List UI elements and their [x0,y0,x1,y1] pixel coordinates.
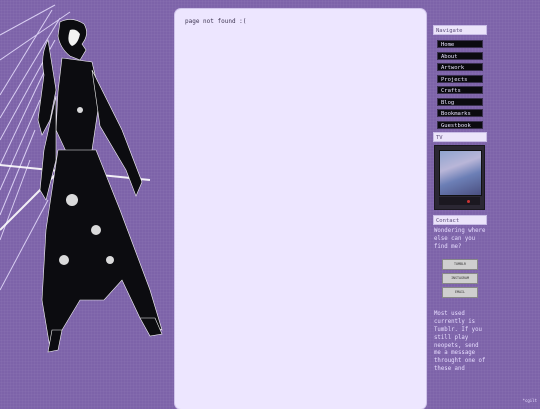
instagram-button[interactable]: INSTAGRAM [442,273,478,285]
tv-widget[interactable] [434,145,485,210]
tumblr-button[interactable]: TUMBLR [442,259,478,271]
nav-link-artwork[interactable]: Artwork [437,63,483,71]
contact-text: Wondering where else can you find me? [434,228,486,250]
tv-screen [439,150,482,196]
nav-link-guestbook[interactable]: Guestbook [437,120,483,129]
tv-control-panel [439,197,480,205]
sidebar: Navigate Home About Artwork Projects Cra… [433,25,487,374]
nav-link-blog[interactable]: Blog [437,97,483,106]
nav-menu: Home About Artwork Projects Crafts Blog … [437,40,487,129]
corner-signature: *cgilt [522,398,537,403]
tv-power-icon [467,200,470,203]
nav-link-bookmarks[interactable]: Bookmarks [437,109,483,117]
email-button[interactable]: EMAIL [442,287,478,299]
nav-link-home[interactable]: Home [437,40,483,48]
content-panel: page not found :( [175,9,426,409]
contact-header: Contact [433,215,487,225]
nav-link-projects[interactable]: Projects [437,74,483,83]
navigate-header: Navigate [433,25,487,35]
art-deco-woman-illustration [0,4,163,353]
tv-header: TV [433,132,487,142]
contact-note-text: Most used currently is Tumblr. If you st… [434,311,486,372]
nav-link-crafts[interactable]: Crafts [437,86,483,94]
nav-link-about[interactable]: About [437,51,483,60]
page-not-found-message: page not found :( [185,18,247,25]
